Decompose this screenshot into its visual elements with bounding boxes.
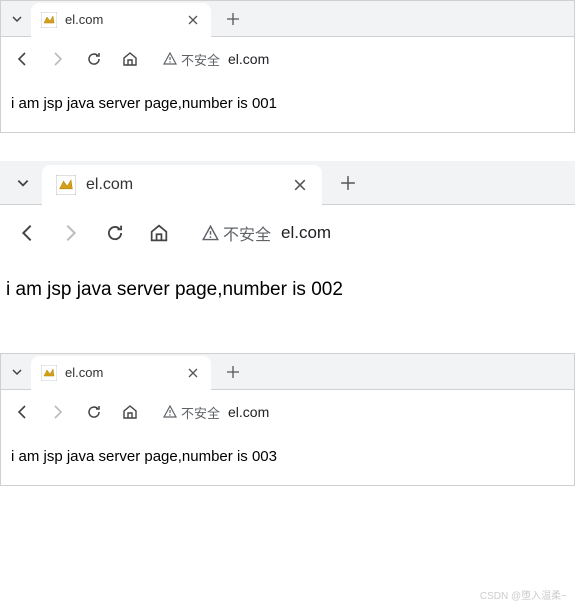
browser-window-2: el.com 不安全 el.com i am jsp ja bbox=[0, 161, 575, 331]
home-button[interactable] bbox=[119, 48, 141, 70]
page-content: i am jsp java server page,number is 003 bbox=[1, 434, 574, 485]
url-text: el.com bbox=[281, 223, 331, 243]
back-button[interactable] bbox=[11, 48, 33, 70]
security-indicator[interactable]: 不安全 bbox=[163, 403, 220, 422]
security-label: 不安全 bbox=[181, 50, 220, 69]
home-button[interactable] bbox=[119, 401, 141, 423]
page-content: i am jsp java server page,number is 001 bbox=[1, 81, 574, 132]
warning-icon bbox=[163, 52, 177, 66]
back-button[interactable] bbox=[11, 401, 33, 423]
home-button[interactable] bbox=[146, 220, 172, 246]
back-button[interactable] bbox=[14, 220, 40, 246]
new-tab-button[interactable] bbox=[219, 5, 247, 33]
browser-toolbar: 不安全 el.com bbox=[1, 390, 574, 434]
address-bar[interactable]: 不安全 el.com bbox=[163, 50, 269, 69]
browser-window-3: el.com 不安全 el.com i am jsp ja bbox=[0, 353, 575, 486]
new-tab-button[interactable] bbox=[219, 358, 247, 386]
watermark: CSDN @堕入温柔~ bbox=[480, 587, 567, 602]
tab-title: el.com bbox=[65, 365, 177, 380]
url-text: el.com bbox=[228, 404, 269, 420]
tab-scroll-button[interactable] bbox=[10, 170, 36, 196]
tab-title: el.com bbox=[86, 176, 284, 194]
reload-button[interactable] bbox=[83, 48, 105, 70]
browser-tab[interactable]: el.com bbox=[42, 165, 322, 205]
reload-button[interactable] bbox=[83, 401, 105, 423]
warning-icon bbox=[202, 225, 219, 242]
tab-strip: el.com bbox=[0, 161, 575, 205]
security-label: 不安全 bbox=[181, 403, 220, 422]
tab-strip: el.com bbox=[1, 354, 574, 390]
browser-toolbar: 不安全 el.com bbox=[0, 205, 575, 261]
new-tab-button[interactable] bbox=[334, 169, 362, 197]
forward-button[interactable] bbox=[47, 401, 69, 423]
close-tab-button[interactable] bbox=[185, 365, 201, 381]
address-bar[interactable]: 不安全 el.com bbox=[202, 221, 331, 245]
close-tab-button[interactable] bbox=[292, 177, 308, 193]
url-text: el.com bbox=[228, 51, 269, 67]
address-bar[interactable]: 不安全 el.com bbox=[163, 403, 269, 422]
favicon-icon bbox=[41, 365, 57, 381]
security-indicator[interactable]: 不安全 bbox=[163, 50, 220, 69]
browser-toolbar: 不安全 el.com bbox=[1, 37, 574, 81]
reload-button[interactable] bbox=[102, 220, 128, 246]
forward-button[interactable] bbox=[47, 48, 69, 70]
browser-window-1: el.com 不安全 el.com i am jsp ja bbox=[0, 0, 575, 133]
warning-icon bbox=[163, 405, 177, 419]
browser-tab[interactable]: el.com bbox=[31, 3, 211, 37]
forward-button[interactable] bbox=[58, 220, 84, 246]
tab-strip: el.com bbox=[1, 1, 574, 37]
security-label: 不安全 bbox=[223, 221, 271, 245]
page-content: i am jsp java server page,number is 002 bbox=[0, 261, 575, 331]
browser-tab[interactable]: el.com bbox=[31, 356, 211, 390]
tab-scroll-button[interactable] bbox=[7, 9, 27, 29]
close-tab-button[interactable] bbox=[185, 12, 201, 28]
favicon-icon bbox=[41, 12, 57, 28]
security-indicator[interactable]: 不安全 bbox=[202, 221, 271, 245]
favicon-icon bbox=[56, 175, 76, 195]
tab-scroll-button[interactable] bbox=[7, 362, 27, 382]
tab-title: el.com bbox=[65, 12, 177, 27]
